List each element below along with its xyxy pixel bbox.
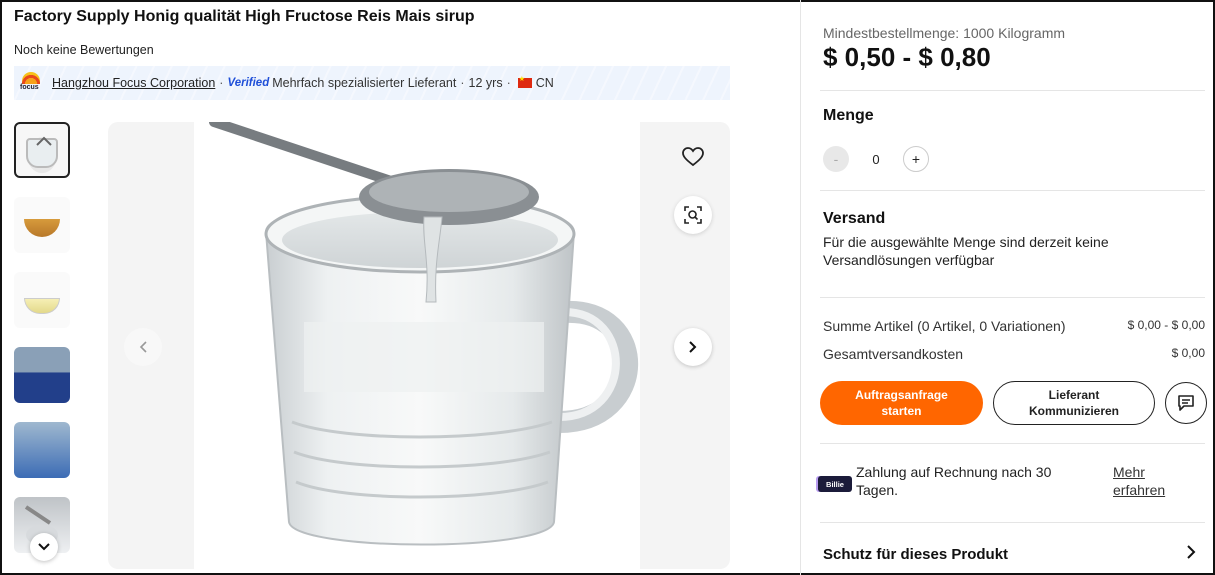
shipping-label: Versand [823,210,886,227]
thumbnail-2[interactable] [14,197,70,253]
divider [820,443,1205,444]
thumbnail-4[interactable] [14,347,70,403]
divider [820,522,1205,523]
supplier-years: 12 yrs [468,76,503,90]
separator: · [219,76,224,90]
quantity-value[interactable]: 0 [849,152,903,167]
gallery-next-button[interactable] [674,328,712,366]
quantity-increment-button[interactable]: + [903,146,929,172]
chevron-down-icon [38,543,50,551]
main-gallery [108,122,730,569]
product-title: Factory Supply Honig qualität High Fruct… [14,8,475,25]
column-divider [800,0,801,575]
verified-badge: Verified [227,77,270,89]
price-range: $ 0,50 - $ 0,80 [823,42,991,72]
image-search-button[interactable] [674,196,712,234]
min-order-quantity: Mindestbestellmenge: 1000 Kilogramm [823,25,1066,41]
items-total-value: $ 0,00 - $ 0,00 [1127,318,1205,332]
protection-expand-button[interactable] [1186,544,1196,565]
thumbnail-5[interactable] [14,422,70,478]
invoice-payment-text: Zahlung auf Rechnung nach 30 Tagen. [856,464,1052,498]
learn-more-link[interactable]: Mehr erfahren [1113,463,1183,499]
thumbnail-scroll-down[interactable] [30,533,58,561]
quantity-label: Menge [823,107,874,124]
heart-icon [682,147,704,167]
thumbnail-list [14,122,72,572]
divider [820,90,1205,91]
chat-icon [1178,395,1194,411]
product-protection-label[interactable]: Schutz für dieses Produkt [823,546,1008,563]
chat-button[interactable] [1165,382,1207,424]
quantity-stepper: - 0 + [823,146,929,172]
shipping-total-row: Gesamtversandkosten $ 0,00 [823,346,1205,362]
start-order-request-button[interactable]: Auftragsanfrage starten [820,381,983,425]
supplier-logo[interactable]: focus [20,72,42,94]
supplier-name-link[interactable]: Hangzhou Focus Corporation [52,76,215,90]
shipping-total-label: Gesamtversandkosten [823,346,964,362]
shipping-message: Für die ausgewählte Menge sind derzeit k… [823,234,1109,268]
items-total-label: Summe Artikel (0 Artikel, 0 Variationen) [823,318,1066,334]
thumbnail-3[interactable] [14,272,70,328]
quantity-decrement-button[interactable]: - [823,146,849,172]
divider [820,297,1205,298]
gallery-prev-button[interactable] [124,328,162,366]
reviews-status: Noch keine Bewertungen [14,43,154,57]
contact-supplier-button[interactable]: Lieferant Kommunizieren [993,381,1155,425]
divider [820,190,1205,191]
chevron-left-icon [139,341,147,353]
shipping-total-value: $ 0,00 [1171,346,1205,360]
chevron-right-icon [689,341,697,353]
billie-logo: Billie [818,476,852,492]
supplier-country: CN [535,76,554,90]
separator: · [506,76,511,90]
favorite-button[interactable] [674,138,712,176]
china-flag-icon [517,75,532,88]
supplier-bar: focus Hangzhou Focus Corporation · Verif… [14,66,730,100]
separator: · [460,76,465,90]
items-total-row: Summe Artikel (0 Artikel, 0 Variationen)… [823,318,1205,334]
chevron-right-icon [1187,545,1196,559]
supplier-type: Mehrfach spezialisierter Lieferant [272,76,457,90]
contact-supplier-label: Lieferant Kommunizieren [1028,388,1119,418]
product-photo[interactable] [194,122,640,569]
start-order-request-label: Auftragsanfrage starten [855,388,948,418]
image-search-icon [684,206,702,224]
thumbnail-1[interactable] [14,122,70,178]
